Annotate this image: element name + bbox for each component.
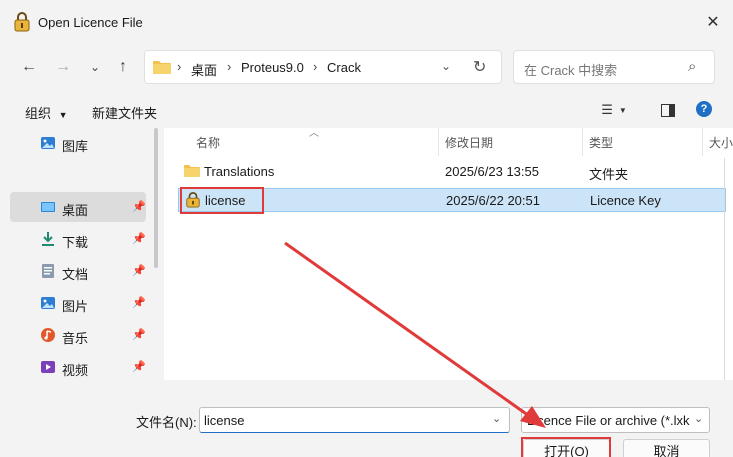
command-bar: 组织 ▼ 新建文件夹 ☰ ▼ ? [0,92,733,128]
folder-icon [184,165,200,177]
dialog-footer: 文件名(N): license ⌄ Licence File or archiv… [0,380,733,457]
caret-down-icon: ▼ [618,105,627,115]
arrow-right-icon: → [55,58,71,75]
file-date: 2025/6/23 13:55 [445,164,539,179]
file-type: 文件夹 [589,167,629,182]
pin-icon: 📌 [132,265,146,277]
annotation-highlight-license [180,187,264,214]
sidebar-item-videos[interactable]: 视频 📌 [10,352,146,380]
back-button[interactable]: ← [18,56,40,78]
sidebar-item-label: 桌面 [62,203,89,218]
column-divider[interactable] [582,128,583,156]
organize-button[interactable]: 组织 ▼ [25,103,68,122]
view-options-button[interactable]: ☰ ▼ [601,100,627,120]
forward-button[interactable]: → [52,56,74,78]
navigation-pane: 图库 桌面 📌 下载 📌 文档 📌 图片 📌 音乐 📌 视频 📌 [0,128,164,380]
new-folder-button[interactable]: 新建文件夹 [92,103,157,122]
column-divider[interactable] [702,128,703,156]
organize-label: 组织 [25,106,52,121]
file-list: ︿ 名称 修改日期 类型 大小 Translations 2025/6/23 1… [164,128,733,380]
chevron-down-icon: ⌄ [694,412,704,425]
video-icon [41,361,55,373]
address-bar[interactable]: › 桌面 › Proteus9.0 › Crack ⌄ ↻ [144,50,502,84]
pin-icon: 📌 [132,361,146,373]
desktop-icon [41,202,55,212]
pin-icon: 📌 [132,201,146,213]
music-icon [41,328,55,342]
address-dropdown-icon[interactable]: ⌄ [441,59,451,73]
search-input[interactable]: 在 Crack 中搜索 [524,60,617,79]
document-icon [42,264,54,278]
chevron-down-icon[interactable]: ⌄ [492,412,501,425]
help-icon[interactable]: ? [696,101,712,117]
folder-icon [153,61,171,74]
pin-icon: 📌 [132,297,146,309]
sidebar-item-label: 下载 [62,235,89,250]
close-icon: ✕ [706,14,720,31]
sidebar-item-label: 文档 [62,267,89,282]
download-icon [42,232,54,246]
sidebar-item-desktop[interactable]: 桌面 📌 [10,192,146,222]
arrow-left-icon: ← [21,58,37,75]
column-header-name[interactable]: 名称 [196,134,220,151]
breadcrumb-separator: › [177,59,182,74]
navigation-bar: ← → ⌄ ↑ › 桌面 › Proteus9.0 › Crack ⌄ ↻ 在 … [0,44,733,90]
file-row-translations[interactable]: Translations 2025/6/23 13:55 文件夹 [178,160,726,184]
sidebar-item-label: 视频 [62,363,89,378]
search-icon: ⌕ [688,58,697,75]
open-file-dialog: Open Licence File ✕ ← → ⌄ ↑ › 桌面 › Prote… [0,0,733,457]
up-button[interactable]: ↑ [112,56,134,78]
column-header-size[interactable]: 大小 [709,134,733,151]
window-title: Open Licence File [38,15,143,30]
column-header-type[interactable]: 类型 [589,134,613,151]
breadcrumb-separator: › [313,59,318,74]
annotation-highlight-open [521,437,611,457]
preview-pane-icon [661,103,675,117]
pin-icon: 📌 [132,233,146,245]
sidebar-item-music[interactable]: 音乐 📌 [10,320,146,350]
column-divider[interactable] [438,128,439,156]
file-type-filter-value: Licence File or archive (*.lxk [527,413,690,428]
file-date: 2025/6/22 20:51 [446,193,540,208]
lock-key-icon [14,12,30,32]
file-name: Translations [204,164,275,179]
search-box[interactable]: 在 Crack 中搜索 ⌕ [513,50,715,84]
breadcrumb-separator: › [227,59,232,74]
preview-pane-button[interactable] [658,100,678,120]
pictures-icon [41,297,55,309]
filename-label: 文件名(N): [136,415,197,430]
filename-field[interactable]: license ⌄ [199,407,510,433]
close-button[interactable]: ✕ [702,11,724,33]
sidebar-scrollbar[interactable] [154,128,158,268]
title-bar: Open Licence File ✕ [0,0,733,44]
filename-input[interactable]: license [204,413,244,428]
file-type: Licence Key [590,193,661,208]
column-divider [724,158,725,380]
sidebar-item-gallery[interactable]: 图库 [10,128,146,158]
sort-ascending-icon: ︿ [309,128,319,139]
refresh-icon[interactable]: ↻ [473,57,486,77]
sidebar-item-label: 图片 [62,299,89,314]
file-type-filter[interactable]: Licence File or archive (*.lxk ⌄ [521,407,710,433]
recent-locations-button[interactable]: ⌄ [84,56,106,78]
sidebar-item-downloads[interactable]: 下载 📌 [10,224,146,254]
chevron-down-icon: ⌄ [89,60,101,74]
arrow-up-icon: ↑ [119,58,127,75]
column-header-date[interactable]: 修改日期 [445,134,493,151]
breadcrumb-proteus[interactable]: Proteus9.0 [241,60,304,75]
caret-down-icon: ▼ [58,110,68,120]
breadcrumb-crack[interactable]: Crack [327,60,361,75]
breadcrumb-desktop[interactable]: 桌面 [191,60,217,79]
sidebar-item-documents[interactable]: 文档 📌 [10,256,146,286]
sidebar-item-pictures[interactable]: 图片 📌 [10,288,146,318]
cancel-button[interactable]: 取消 [623,439,710,457]
gallery-icon [41,137,55,149]
sidebar-item-label: 音乐 [62,331,89,346]
list-view-icon: ☰ [601,102,613,117]
pin-icon: 📌 [132,329,146,341]
sidebar-item-label: 图库 [62,139,89,154]
